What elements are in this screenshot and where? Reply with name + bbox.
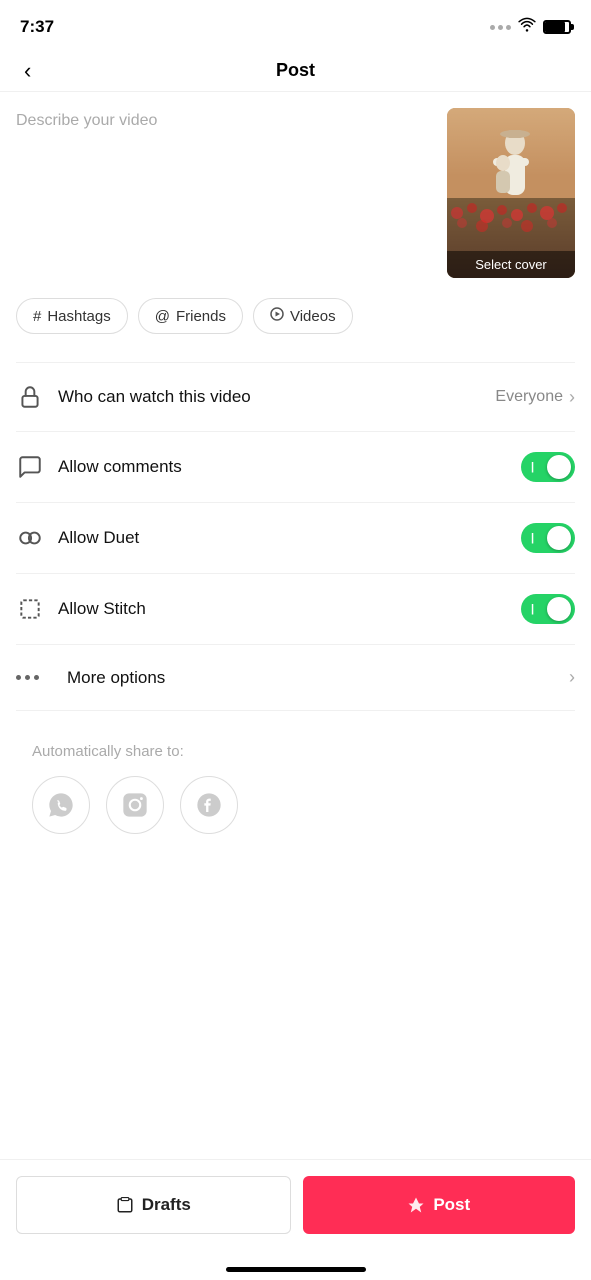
- whatsapp-button[interactable]: [32, 776, 90, 834]
- status-bar: 7:37: [0, 0, 591, 50]
- whatsapp-icon: [47, 791, 75, 819]
- friends-button[interactable]: @ Friends: [138, 298, 243, 334]
- post-label: Post: [433, 1195, 470, 1215]
- allow-stitch-row: Allow Stitch |: [16, 574, 575, 645]
- settings-section: Who can watch this video Everyone › Allo…: [16, 362, 575, 711]
- who-can-watch-value: Everyone: [495, 388, 563, 406]
- status-icons: [490, 17, 571, 38]
- signal-icon: [490, 25, 511, 30]
- duet-icon: [16, 524, 44, 552]
- instagram-button[interactable]: [106, 776, 164, 834]
- hashtag-icon: #: [33, 308, 41, 325]
- allow-stitch-label: Allow Stitch: [58, 599, 146, 619]
- chevron-right-icon: ›: [569, 387, 575, 408]
- select-cover-label[interactable]: Select cover: [447, 251, 575, 278]
- wifi-icon: [517, 17, 537, 38]
- post-button[interactable]: Post: [303, 1176, 576, 1234]
- who-can-watch-label: Who can watch this video: [58, 387, 251, 407]
- allow-duet-toggle[interactable]: |: [521, 523, 575, 553]
- page-title: Post: [276, 60, 315, 81]
- status-time: 7:37: [20, 17, 54, 37]
- more-options-row[interactable]: More options ›: [16, 645, 575, 711]
- allow-duet-toggle-wrap[interactable]: |: [521, 523, 575, 553]
- allow-comments-toggle-wrap[interactable]: |: [521, 452, 575, 482]
- description-area[interactable]: Describe your video: [16, 108, 435, 278]
- lock-icon: [16, 383, 44, 411]
- allow-comments-label: Allow comments: [58, 457, 182, 477]
- post-icon: [407, 1196, 425, 1214]
- at-icon: @: [155, 308, 170, 325]
- facebook-button[interactable]: [180, 776, 238, 834]
- more-options-left: More options: [16, 668, 165, 688]
- drafts-icon: [116, 1196, 134, 1214]
- who-can-watch-right: Everyone ›: [495, 387, 575, 408]
- drafts-label: Drafts: [142, 1195, 191, 1215]
- auto-share-section: Automatically share to:: [16, 711, 575, 850]
- video-thumbnail[interactable]: Select cover: [447, 108, 575, 278]
- back-button[interactable]: ‹: [16, 54, 39, 88]
- description-placeholder: Describe your video: [16, 112, 157, 129]
- hashtags-button[interactable]: # Hashtags: [16, 298, 128, 334]
- allow-duet-left: Allow Duet: [16, 524, 139, 552]
- more-options-chevron-icon: ›: [569, 667, 575, 688]
- allow-stitch-toggle-wrap[interactable]: |: [521, 594, 575, 624]
- battery-icon: [543, 20, 571, 34]
- tag-buttons: # Hashtags @ Friends Videos: [16, 298, 575, 334]
- play-icon: [270, 307, 284, 325]
- allow-stitch-left: Allow Stitch: [16, 595, 146, 623]
- hashtags-label: Hashtags: [47, 308, 110, 325]
- facebook-icon: [195, 791, 223, 819]
- home-indicator: [226, 1267, 366, 1272]
- auto-share-label: Automatically share to:: [32, 743, 559, 760]
- who-can-watch-left: Who can watch this video: [16, 383, 251, 411]
- videos-button[interactable]: Videos: [253, 298, 353, 334]
- videos-label: Videos: [290, 308, 336, 325]
- action-bar: Drafts Post: [0, 1159, 591, 1250]
- header: ‹ Post: [0, 50, 591, 92]
- allow-duet-label: Allow Duet: [58, 528, 139, 548]
- allow-duet-row: Allow Duet |: [16, 503, 575, 574]
- allow-stitch-toggle[interactable]: |: [521, 594, 575, 624]
- allow-comments-row: Allow comments |: [16, 432, 575, 503]
- allow-comments-left: Allow comments: [16, 453, 182, 481]
- allow-comments-toggle[interactable]: |: [521, 452, 575, 482]
- stitch-icon: [16, 595, 44, 623]
- instagram-icon: [121, 791, 149, 819]
- social-icons: [32, 776, 559, 834]
- who-can-watch-row[interactable]: Who can watch this video Everyone ›: [16, 363, 575, 432]
- comment-icon: [16, 453, 44, 481]
- video-section: Describe your video: [16, 108, 575, 278]
- more-options-label: More options: [67, 668, 165, 688]
- friends-label: Friends: [176, 308, 226, 325]
- drafts-button[interactable]: Drafts: [16, 1176, 291, 1234]
- more-options-icon: [16, 675, 39, 680]
